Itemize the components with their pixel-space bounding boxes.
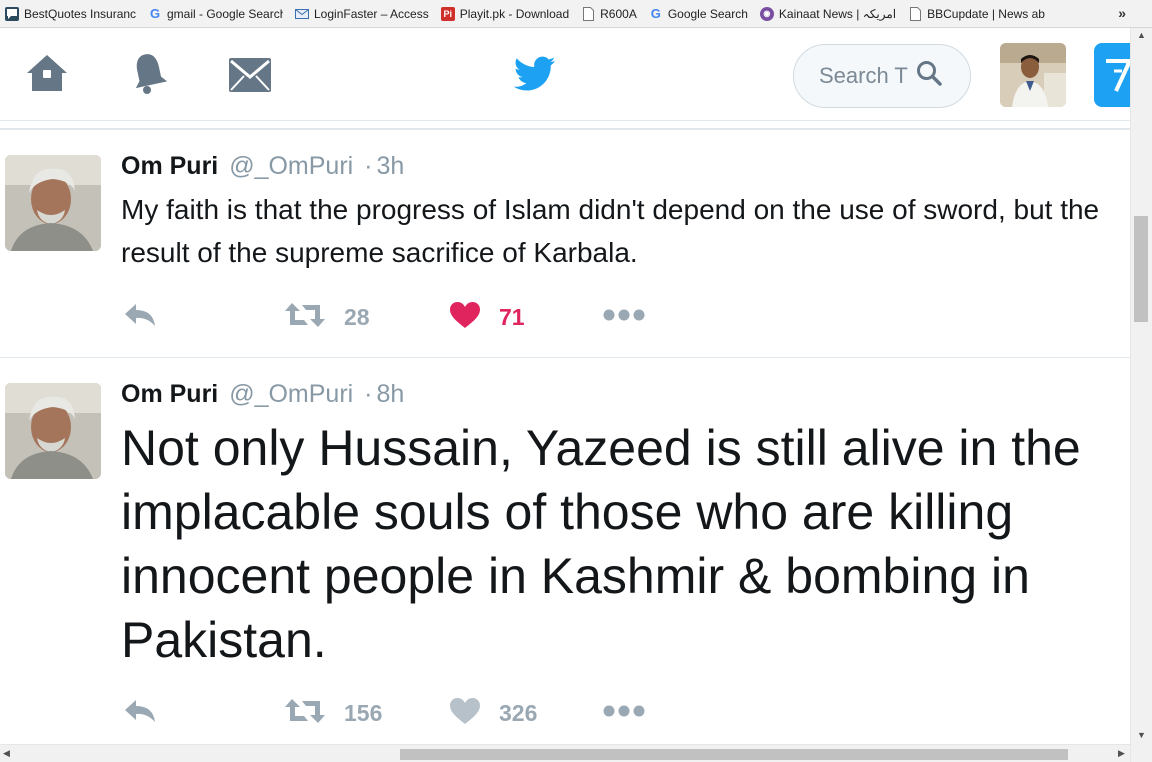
like-button[interactable]: 326 xyxy=(449,693,537,733)
bookmark-item[interactable]: LoginFaster – Access xyxy=(295,7,429,21)
like-count: 71 xyxy=(499,303,525,330)
scroll-down-arrow-icon[interactable]: ▼ xyxy=(1137,730,1146,740)
separator: · xyxy=(364,152,373,180)
tweet[interactable]: Om Puri @_OmPuri · 8h Not only Hussain, Y… xyxy=(0,358,1130,758)
tweet-actions: 156 326 xyxy=(121,693,721,733)
bell-icon[interactable] xyxy=(130,51,168,102)
search-placeholder: Search T xyxy=(819,63,908,88)
heart-icon xyxy=(449,301,481,334)
heart-icon xyxy=(449,697,481,730)
twitter-bird-icon[interactable] xyxy=(513,56,556,97)
bookmark-item[interactable]: G Google Search xyxy=(649,6,748,21)
reply-button[interactable] xyxy=(123,693,157,733)
more-dots-icon xyxy=(603,308,645,327)
like-count: 326 xyxy=(499,699,538,726)
scroll-right-arrow-icon[interactable]: ▶ xyxy=(1118,748,1125,759)
reply-icon xyxy=(123,302,157,333)
horizontal-scroll-thumb[interactable] xyxy=(400,749,1068,760)
bookmark-item[interactable]: ◉ Kainaat News | امریکہ xyxy=(759,6,896,21)
author-avatar[interactable] xyxy=(5,383,101,479)
bookmarks-bar: BestQuotes Insurance G gmail - Google Se… xyxy=(0,0,1152,28)
tweet-time[interactable]: 3h xyxy=(377,152,405,180)
bookmarks-overflow-button[interactable]: » xyxy=(1118,5,1126,21)
bookmark-item[interactable]: BBCupdate | News ab xyxy=(908,6,1045,21)
retweet-count: 156 xyxy=(344,699,383,726)
retweet-button[interactable]: 28 xyxy=(284,297,370,337)
bookmark-item[interactable]: BestQuotes Insurance xyxy=(5,6,136,21)
google-icon: G xyxy=(149,6,161,21)
more-dots-icon xyxy=(603,704,645,723)
search-input[interactable]: Search T xyxy=(793,44,971,108)
tweet-time[interactable]: 8h xyxy=(377,380,405,408)
home-icon[interactable] xyxy=(25,53,69,98)
author-avatar[interactable] xyxy=(5,155,101,251)
page-icon xyxy=(908,6,922,21)
tweet-header: Om Puri @_OmPuri · 8h xyxy=(121,380,404,409)
retweet-icon xyxy=(284,301,326,334)
search-icon[interactable] xyxy=(916,60,942,92)
compose-tweet-button[interactable] xyxy=(1094,43,1134,107)
more-options-button[interactable] xyxy=(603,693,645,733)
tweet-text: My faith is that the progress of Islam d… xyxy=(121,194,1100,268)
globe-icon: ◉ xyxy=(759,6,774,21)
author-name[interactable]: Om Puri xyxy=(121,380,218,408)
google-icon: G xyxy=(650,6,661,21)
tweet-header: Om Puri @_OmPuri · 3h xyxy=(121,152,404,181)
bookmark-item[interactable]: G gmail - Google Search xyxy=(148,6,283,21)
browser-window: { "bookmarks": [ {"label": "BestQuotes I… xyxy=(0,0,1152,762)
retweet-icon xyxy=(284,697,326,730)
vertical-scroll-thumb[interactable] xyxy=(1134,216,1148,322)
tweet[interactable]: Om Puri @_OmPuri · 3h My faith is that th… xyxy=(0,130,1130,358)
scroll-left-arrow-icon[interactable]: ◀ xyxy=(3,748,10,759)
pi-icon: Pi xyxy=(440,6,455,21)
more-options-button[interactable] xyxy=(603,297,645,337)
reply-button[interactable] xyxy=(123,297,157,337)
author-name[interactable]: Om Puri xyxy=(121,152,218,180)
author-handle[interactable]: @_OmPuri xyxy=(229,152,353,180)
reply-icon xyxy=(123,698,157,729)
horizontal-scrollbar[interactable]: ◀ ▶ xyxy=(0,744,1130,762)
retweet-button[interactable]: 156 xyxy=(284,693,382,733)
twitter-header: Search T xyxy=(0,29,1134,121)
bookmark-item[interactable]: R600A xyxy=(581,6,637,21)
scroll-up-arrow-icon[interactable]: ▲ xyxy=(1137,30,1146,40)
tweet-text: Not only Hussain, Yazeed is still alive … xyxy=(121,420,1081,668)
vertical-scrollbar[interactable]: ▲ ▼ xyxy=(1130,28,1152,762)
bookmark-item[interactable]: Pi Playit.pk - Download xyxy=(440,6,569,21)
retweet-count: 28 xyxy=(344,303,370,330)
user-avatar[interactable] xyxy=(1000,43,1066,107)
like-button[interactable]: 71 xyxy=(449,297,525,337)
envelope-icon xyxy=(295,7,309,21)
page-icon xyxy=(581,6,595,21)
mail-icon[interactable] xyxy=(228,57,272,98)
chat-icon xyxy=(5,6,19,21)
separator: · xyxy=(364,380,373,408)
author-handle[interactable]: @_OmPuri xyxy=(229,380,353,408)
tweet-actions: 28 71 xyxy=(121,297,721,337)
